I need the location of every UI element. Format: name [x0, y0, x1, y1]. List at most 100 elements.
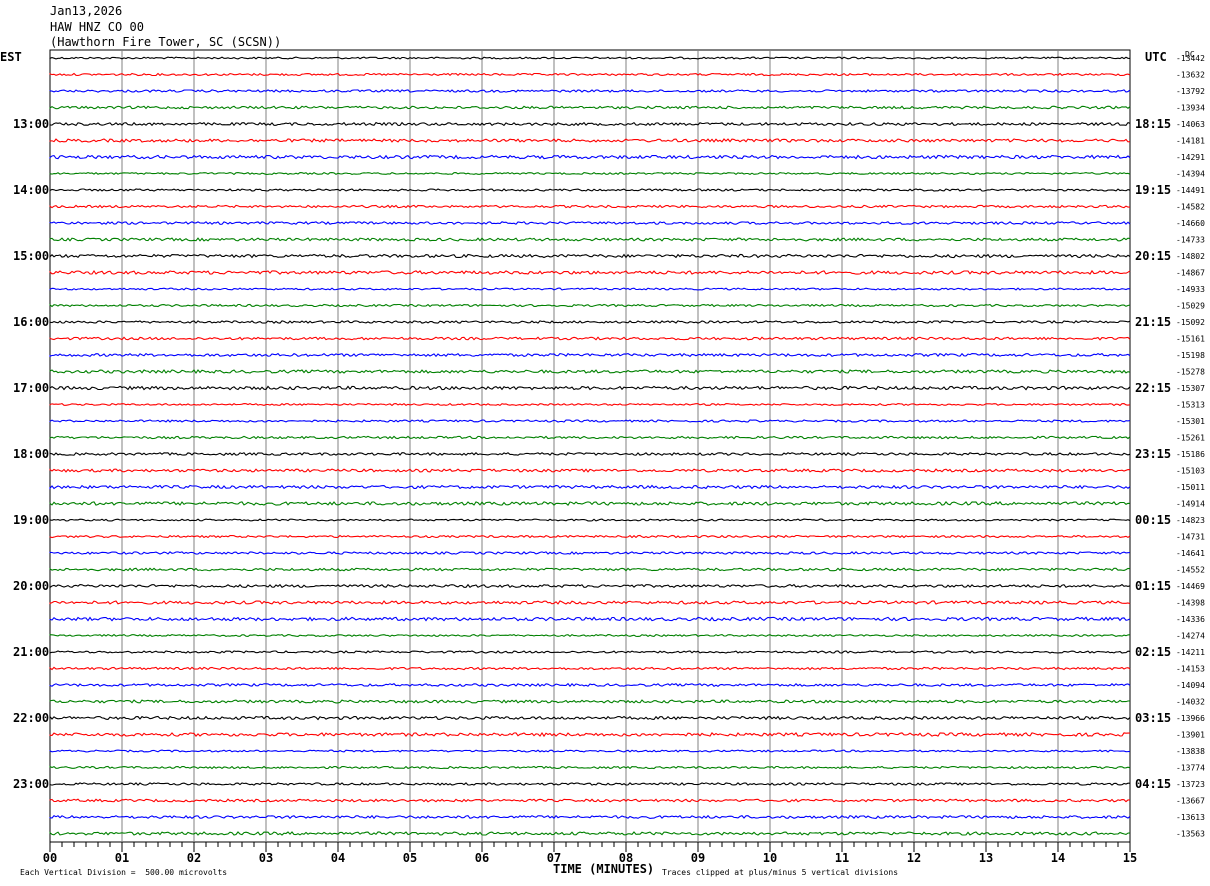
hour-label-est: 14:00 [13, 183, 49, 197]
hour-label-utc: 21:15 [1135, 315, 1171, 329]
seismic-trace [49, 435, 1131, 440]
dc-offset-label: -14336 [1176, 615, 1205, 624]
seismic-trace [49, 138, 1131, 143]
hour-label-est: 21:00 [13, 645, 49, 659]
seismic-trace [49, 171, 1131, 176]
x-tick-label: 10 [763, 851, 777, 865]
dc-offset-label: -14153 [1176, 665, 1205, 674]
dc-offset-label: -13792 [1176, 87, 1205, 96]
dc-offset-label: -15161 [1176, 335, 1205, 344]
x-tick-label: 04 [331, 851, 345, 865]
hour-label-utc: 20:15 [1135, 249, 1171, 263]
dc-offset-label: -15313 [1176, 401, 1205, 410]
hour-label-utc: 04:15 [1135, 777, 1171, 791]
x-tick-label: 01 [115, 851, 129, 865]
dc-offset-label: -14660 [1176, 219, 1205, 228]
seismic-trace [49, 369, 1131, 374]
seismic-trace [49, 402, 1131, 407]
seismic-trace [49, 336, 1131, 341]
dc-offset-label: -15307 [1176, 384, 1205, 393]
seismic-trace [49, 468, 1131, 473]
dc-offset-label: -14733 [1176, 236, 1205, 245]
dc-offset-label: -14094 [1176, 681, 1205, 690]
seismic-trace [49, 352, 1131, 358]
dc-offset-label: -13613 [1176, 813, 1205, 822]
dc-offset-label: -14291 [1176, 153, 1205, 162]
hour-label-est: 15:00 [13, 249, 49, 263]
seismic-trace [49, 204, 1130, 209]
dc-offset-label: -15261 [1176, 434, 1205, 443]
seismic-trace [49, 56, 1131, 60]
seismic-trace [49, 551, 1131, 555]
seismic-trace [49, 253, 1131, 259]
seismic-trace [49, 89, 1131, 93]
hour-label-est: 17:00 [13, 381, 49, 395]
dc-offset-label: -14491 [1176, 186, 1205, 195]
dc-offset-label: -13723 [1176, 780, 1205, 789]
dc-offset-label: -14802 [1176, 252, 1205, 261]
x-tick-label: 13 [979, 851, 993, 865]
x-tick-label: 00 [43, 851, 57, 865]
right-timezone-label: UTC [1145, 50, 1167, 64]
hour-label-est: 18:00 [13, 447, 49, 461]
clip-note: Traces clipped at plus/minus 5 vertical … [662, 868, 899, 877]
seismic-trace [49, 121, 1131, 127]
dc-offset-label: -15103 [1176, 467, 1205, 476]
seismic-trace [49, 221, 1131, 226]
hour-label-est: 13:00 [13, 117, 49, 131]
x-tick-label: 11 [835, 851, 849, 865]
seismic-trace [49, 269, 1131, 275]
seismic-trace [49, 765, 1131, 770]
seismic-trace [49, 650, 1131, 654]
x-tick-label: 06 [475, 851, 489, 865]
seismic-trace [49, 320, 1131, 324]
x-tick-label: 03 [259, 851, 273, 865]
dc-offset-label: -15011 [1176, 483, 1205, 492]
seismic-trace [49, 72, 1131, 77]
seismogram-plot: -13442-13632-13792-13934-14063-14181-142… [0, 49, 1205, 865]
hour-label-utc: 23:15 [1135, 447, 1171, 461]
scale-note: Each Vertical Division = 500.00 microvol… [20, 868, 228, 877]
hour-label-utc: 01:15 [1135, 579, 1171, 593]
dc-offset-label: -13774 [1176, 764, 1205, 773]
seismic-trace [49, 699, 1131, 704]
x-axis-title: TIME (MINUTES) [553, 862, 655, 876]
seismic-trace [49, 715, 1131, 721]
seismic-trace [49, 633, 1131, 638]
x-tick-label: 02 [187, 851, 201, 865]
dc-offset-label: -14641 [1176, 549, 1205, 558]
dc-offset-label: -14933 [1176, 285, 1205, 294]
dc-offset-label: -14582 [1176, 203, 1205, 212]
hour-label-utc: 02:15 [1135, 645, 1171, 659]
x-tick-label: 12 [907, 851, 921, 865]
hour-label-utc: 00:15 [1135, 513, 1171, 527]
plot-frame [49, 49, 1131, 843]
dc-offset-label: -14181 [1176, 137, 1205, 146]
dc-offset-label: -13838 [1176, 747, 1205, 756]
hour-label-est: 22:00 [13, 711, 49, 725]
dc-offset-label: -14032 [1176, 698, 1205, 707]
seismic-trace [49, 303, 1131, 308]
hour-label-est: 19:00 [13, 513, 49, 527]
seismic-trace [49, 484, 1131, 490]
dc-offset-label: -13934 [1176, 104, 1205, 113]
x-tick-label: 14 [1051, 851, 1065, 865]
seismic-trace [49, 616, 1131, 622]
dc-offset-label: -13632 [1176, 71, 1205, 80]
seismic-trace [49, 567, 1131, 572]
x-tick-label: 09 [691, 851, 705, 865]
dc-offset-label: -14063 [1176, 120, 1205, 129]
dc-offset-label: -13667 [1176, 797, 1205, 806]
seismic-trace [49, 814, 1131, 820]
hour-label-est: 20:00 [13, 579, 49, 593]
seismic-trace [49, 583, 1131, 589]
dc-offset-label: -15029 [1176, 302, 1205, 311]
seismic-trace [49, 682, 1131, 688]
dc-offset-label: -14398 [1176, 599, 1205, 608]
dc-offset-label: -14823 [1176, 516, 1205, 525]
seismic-trace [49, 831, 1131, 836]
dc-offset-label: -15092 [1176, 318, 1205, 327]
dc-offset-label: -13901 [1176, 731, 1205, 740]
seismic-trace [49, 105, 1131, 110]
dc-label: DC [1185, 50, 1195, 59]
